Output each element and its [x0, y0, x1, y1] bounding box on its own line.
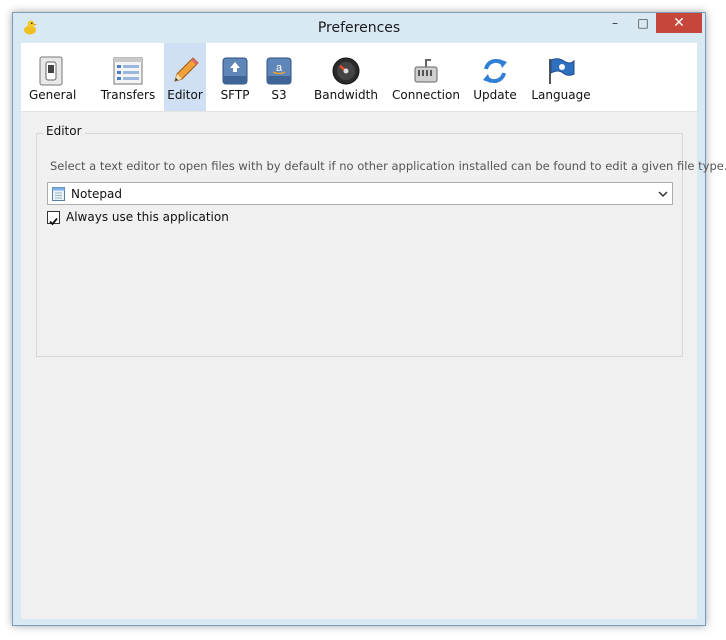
- checkmark-icon: [49, 217, 58, 226]
- sftp-disk-icon: [219, 55, 251, 87]
- tab-connection[interactable]: Connection: [388, 43, 464, 111]
- editor-select[interactable]: Notepad: [47, 182, 673, 205]
- transfers-list-icon: [112, 55, 144, 87]
- editor-description: Select a text editor to open files with …: [50, 159, 726, 173]
- tab-general-label: General: [29, 88, 77, 102]
- editor-group-title: Editor: [43, 124, 85, 138]
- tab-editor[interactable]: Editor: [164, 43, 206, 111]
- general-switch-icon: [35, 55, 67, 87]
- connection-plug-icon: [410, 55, 442, 87]
- tab-s3-label: S3: [271, 88, 287, 102]
- tab-editor-label: Editor: [167, 88, 203, 102]
- tab-general[interactable]: General: [29, 43, 77, 111]
- editor-select-value: Notepad: [71, 187, 122, 201]
- close-button[interactable]: ✕: [656, 13, 702, 33]
- preferences-content: General Transfers Editor SFTP a S3 Bandw…: [21, 43, 726, 619]
- tab-update[interactable]: Update: [472, 43, 518, 111]
- notepad-icon: [52, 187, 65, 201]
- tab-sftp-label: SFTP: [220, 88, 250, 102]
- tab-transfers-label: Transfers: [100, 88, 156, 102]
- minimize-button[interactable]: –: [602, 13, 628, 33]
- maximize-button[interactable]: □: [630, 13, 656, 33]
- tab-update-label: Update: [473, 88, 517, 102]
- tab-connection-label: Connection: [392, 88, 460, 102]
- tab-language[interactable]: Language: [530, 43, 592, 111]
- update-refresh-icon: [479, 55, 511, 87]
- always-use-checkbox[interactable]: [47, 211, 60, 226]
- always-use-label[interactable]: Always use this application: [66, 210, 229, 224]
- title-bar[interactable]: Preferences – □ ✕: [13, 13, 705, 43]
- bandwidth-gauge-icon: [330, 55, 362, 87]
- s3-disk-icon: a: [263, 55, 295, 87]
- svg-text:a: a: [276, 62, 283, 74]
- preferences-toolbar: General Transfers Editor SFTP a S3 Bandw…: [21, 43, 697, 112]
- chevron-down-icon: [658, 191, 668, 198]
- tab-bandwidth-label: Bandwidth: [314, 88, 378, 102]
- tab-sftp[interactable]: SFTP: [217, 43, 253, 111]
- tab-language-label: Language: [531, 88, 591, 102]
- language-flag-icon: [545, 55, 577, 87]
- tab-transfers[interactable]: Transfers: [99, 43, 157, 111]
- preferences-window: Preferences – □ ✕ General Transfers Edit…: [12, 12, 726, 626]
- tab-s3[interactable]: a S3: [264, 43, 294, 111]
- pencil-icon: [169, 55, 201, 87]
- tab-bandwidth[interactable]: Bandwidth: [310, 43, 382, 111]
